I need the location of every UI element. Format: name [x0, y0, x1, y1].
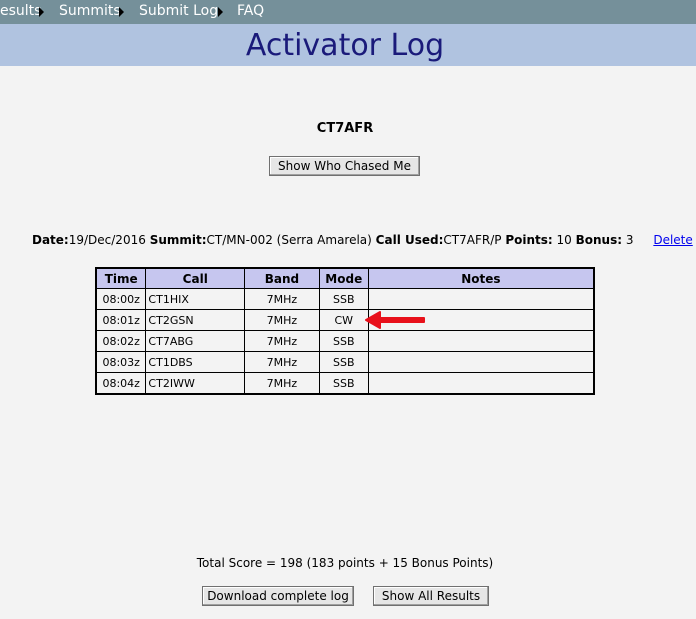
top-navbar: esults Summits Submit Log FAQ	[0, 0, 696, 24]
header-mode: Mode	[318, 267, 369, 289]
nav-arrow-icon	[119, 7, 124, 17]
cell-mode: SSB	[318, 288, 369, 310]
header-notes: Notes	[367, 267, 595, 289]
summit-label: Summit:	[149, 233, 207, 247]
cell-call: CT2IWW	[145, 372, 246, 395]
table-row: 08:02z CT7ABG 7MHz SSB	[95, 330, 595, 352]
cell-call: CT2GSN	[145, 309, 246, 331]
table-row: 08:03z CT1DBS 7MHz SSB	[95, 351, 595, 373]
cell-notes	[367, 330, 595, 352]
date-label: Date:	[32, 233, 69, 247]
table-row: 08:01z CT2GSN 7MHz CW	[95, 309, 595, 331]
page-title: Activator Log	[245, 28, 445, 63]
summit-value: CT/MN-002 (Serra Amarela)	[206, 233, 372, 247]
show-who-chased-me-button[interactable]: Show Who Chased Me	[269, 156, 420, 176]
cell-notes	[367, 372, 595, 395]
cell-band: 7MHz	[244, 288, 320, 310]
cell-time: 08:04z	[95, 372, 147, 395]
call-used-label: Call Used:	[375, 233, 444, 247]
download-complete-log-button[interactable]: Download complete log	[202, 586, 354, 606]
table-header-row: Time Call Band Mode Notes	[95, 267, 595, 289]
nav-arrow-icon	[39, 7, 44, 17]
cell-time: 08:00z	[95, 288, 147, 310]
nav-arrow-icon	[218, 7, 223, 17]
date-value: 19/Dec/2016	[68, 233, 146, 247]
bonus-label: Bonus:	[575, 233, 623, 247]
cell-notes	[367, 288, 595, 310]
cell-band: 7MHz	[244, 309, 320, 331]
cell-mode: SSB	[318, 351, 369, 373]
cell-band: 7MHz	[244, 372, 320, 395]
delete-link[interactable]: Delete	[653, 233, 692, 247]
activation-summary: Date:19/Dec/2016 Summit:CT/MN-002 (Serra…	[32, 233, 693, 247]
nav-faq[interactable]: FAQ	[237, 3, 264, 19]
cell-band: 7MHz	[244, 351, 320, 373]
cell-time: 08:01z	[95, 309, 147, 331]
cell-notes	[367, 351, 595, 373]
title-band: Activator Log	[0, 24, 696, 66]
table-row: 08:04z CT2IWW 7MHz SSB	[95, 372, 595, 395]
show-all-results-button[interactable]: Show All Results	[373, 586, 489, 606]
cell-band: 7MHz	[244, 330, 320, 352]
cell-mode: SSB	[318, 372, 369, 395]
points-value: 10	[556, 233, 572, 247]
nav-submit-log[interactable]: Submit Log	[139, 3, 218, 19]
header-call: Call	[145, 267, 246, 289]
cell-time: 08:02z	[95, 330, 147, 352]
cell-call: CT1HIX	[145, 288, 246, 310]
cell-call: CT1DBS	[145, 351, 246, 373]
table-row: 08:00z CT1HIX 7MHz SSB	[95, 288, 595, 310]
cell-call: CT7ABG	[145, 330, 246, 352]
call-used-value: CT7AFR/P	[443, 233, 502, 247]
red-arrow-annotation-icon	[365, 311, 425, 329]
bonus-value: 3	[625, 233, 634, 247]
points-label: Points:	[505, 233, 553, 247]
header-time: Time	[95, 267, 147, 289]
cell-time: 08:03z	[95, 351, 147, 373]
activator-callsign: CT7AFR	[316, 121, 374, 136]
nav-results[interactable]: esults	[0, 3, 41, 19]
cell-mode: CW	[318, 309, 369, 331]
total-score: Total Score = 198 (183 points + 15 Bonus…	[196, 556, 494, 570]
nav-summits[interactable]: Summits	[59, 3, 121, 19]
cell-mode: SSB	[318, 330, 369, 352]
header-band: Band	[244, 267, 320, 289]
activator-log-table: Time Call Band Mode Notes 08:00z CT1HIX …	[95, 267, 595, 395]
